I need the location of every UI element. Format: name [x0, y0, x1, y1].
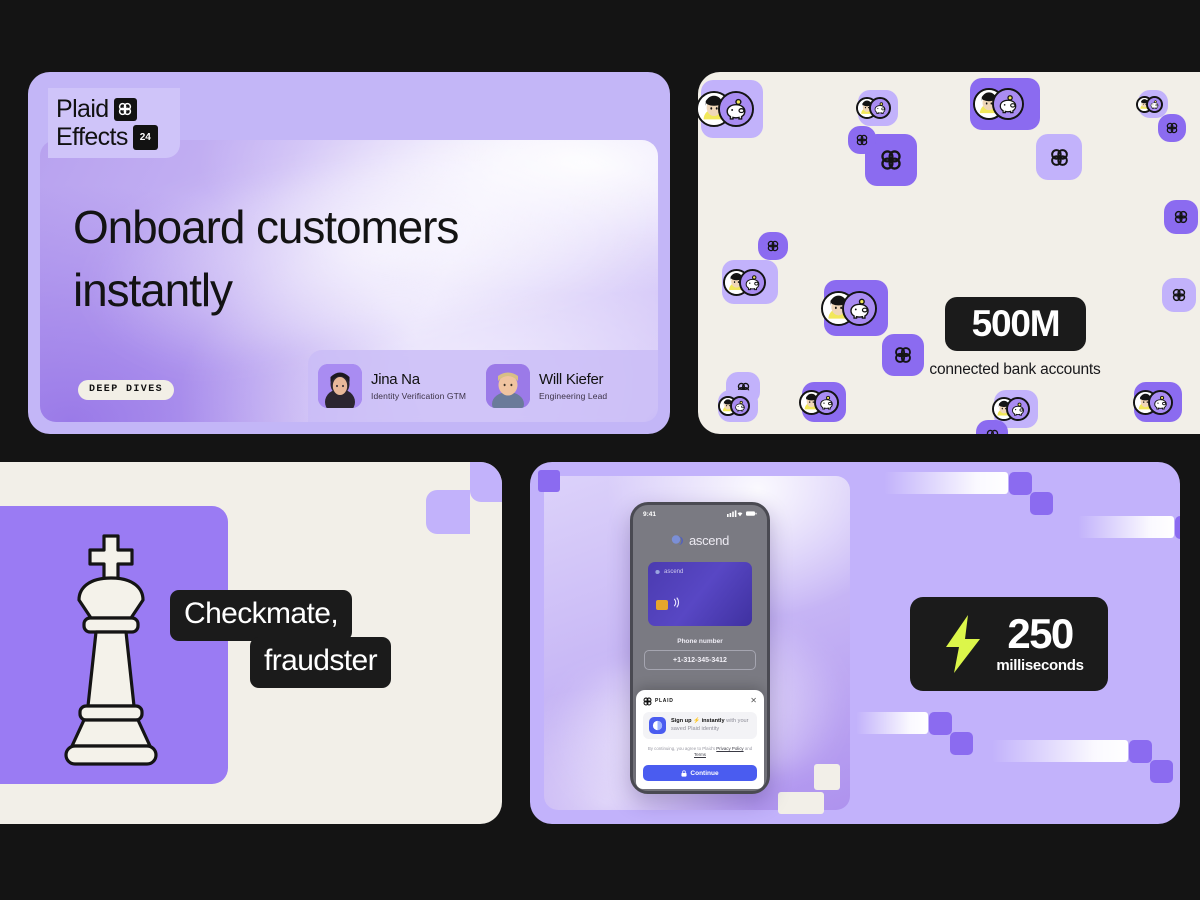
piggy-bank-icon: [869, 97, 892, 119]
avatar-tile: [698, 80, 763, 138]
continue-button[interactable]: Continue: [643, 765, 757, 781]
poster-canvas: Plaid Effects 24 Onboard customers insta…: [0, 0, 1200, 900]
quote-line-2: fraudster: [250, 637, 391, 688]
modal-legal-text: By continuing, you agree to Plaid's Priv…: [643, 746, 757, 759]
piggy-bank-icon: [1146, 95, 1164, 113]
plaid-link-modal: PLAID ✕ Sign up ⚡ instantly with your sa…: [636, 689, 764, 789]
continue-button-label: Continue: [690, 769, 719, 777]
stat-value-pill: 500M: [945, 297, 1086, 351]
year-badge: 24: [132, 124, 158, 150]
plaid-knot-icon: [643, 697, 652, 706]
phone-number-input[interactable]: +1-312-345-3412: [644, 650, 756, 670]
close-icon[interactable]: ✕: [750, 697, 757, 705]
app-brand-name: ascend: [688, 533, 730, 548]
fraud-panel: Checkmate, fraudster: [0, 462, 502, 824]
avatar-tile: [856, 90, 898, 126]
avatar-tile: [722, 260, 778, 304]
speed-stat-card: 250 milliseconds: [910, 597, 1108, 691]
avatar-tile: [1136, 90, 1168, 118]
speed-unit: milliseconds: [996, 657, 1084, 675]
legal-mid: and: [743, 745, 753, 751]
piggy-bank-icon: [730, 396, 750, 416]
logo-line-1: Plaid: [56, 95, 109, 123]
speaker-role: Engineering Lead: [539, 391, 608, 401]
plaid-logo: PLAID: [643, 697, 674, 706]
knot-tile: [758, 232, 788, 260]
speed-value: 250: [1007, 609, 1074, 657]
avatar-tile: [718, 390, 758, 422]
contactless-icon: [673, 597, 682, 611]
deep-dives-tag: DEEP DIVES: [78, 380, 175, 400]
square-decoration-bottom-1: [814, 764, 840, 790]
quote-block: Checkmate, fraudster: [170, 590, 391, 688]
identity-icon: [649, 716, 666, 734]
speed-trail: [884, 472, 1053, 515]
chess-king-icon: [64, 534, 158, 766]
piggy-bank-icon: [739, 268, 767, 296]
knot-tile: [1164, 200, 1198, 234]
speed-panel: 9:41 ascend ascend Phone number +1-312-3…: [530, 462, 1180, 824]
lock-icon: [681, 769, 687, 777]
speaker-card: Jina Na Identity Verification GTM: [318, 364, 480, 408]
avatar: [486, 364, 530, 408]
knot-tile: [882, 334, 924, 376]
modal-headline-bold: Sign up ⚡ instantly: [671, 718, 725, 725]
speaker-name: Jina Na: [371, 371, 420, 388]
avatar-tile: [821, 280, 888, 336]
avatar: [318, 364, 362, 408]
phone-mockup: 9:41 ascend ascend Phone number +1-312-3…: [630, 502, 770, 794]
piggy-bank-icon: [992, 88, 1025, 120]
legal-prefix: By continuing, you agree to Plaid's: [647, 745, 717, 751]
privacy-policy-link[interactable]: Privacy Policy: [716, 746, 743, 751]
speaker-name: Will Kiefer: [539, 371, 604, 388]
modal-headline: Sign up ⚡ instantly with your saved Plai…: [671, 717, 751, 733]
square-decoration-top-left: [538, 470, 560, 492]
knot-tile: [1162, 278, 1196, 312]
card-brand-name: ascend: [664, 569, 684, 575]
speakers-bar: Jina Na Identity Verification GTM Will K…: [308, 350, 658, 422]
quote-line-1: Checkmate,: [170, 590, 353, 641]
card-chip-icon: [656, 600, 668, 610]
square-decoration-bottom-2: [778, 792, 824, 814]
stat-caption: connected bank accounts: [929, 361, 1101, 378]
speaker-card: Will Kiefer Engineering Lead: [486, 364, 648, 408]
corner-decoration-a: [470, 462, 502, 502]
piggy-bank-icon: [1006, 397, 1031, 421]
knot-tile: [976, 420, 1008, 434]
knot-tile: [1036, 134, 1082, 180]
piggy-bank-icon: [842, 290, 877, 326]
stat-value: 500M: [971, 303, 1061, 344]
knot-tile: [848, 126, 876, 154]
plaid-effects-logo: Plaid Effects 24: [48, 88, 180, 158]
app-brand: ascend: [633, 533, 767, 548]
speed-trail: [992, 740, 1173, 783]
phone-status-bar: 9:41: [633, 505, 767, 521]
plaid-knot-icon: [113, 97, 137, 121]
status-icons: [727, 510, 757, 519]
payment-card: ascend: [648, 562, 752, 626]
piggy-bank-icon: [717, 91, 754, 127]
logo-line-2: Effects: [56, 123, 128, 151]
corner-decoration-b: [426, 490, 470, 534]
avatar-tile: [970, 78, 1040, 130]
speaker-role: Identity Verification GTM: [371, 391, 467, 401]
hero-headline: Onboard customers instantly: [73, 201, 459, 317]
plaid-logo-text: PLAID: [655, 698, 674, 705]
hero-panel: Plaid Effects 24 Onboard customers insta…: [28, 72, 670, 434]
phone-field-label: Phone number: [677, 638, 723, 645]
ascend-logo-icon: [671, 535, 683, 545]
status-time: 9:41: [643, 511, 657, 518]
connected-accounts-panel: 500M connected bank accounts: [698, 72, 1200, 434]
piggy-bank-icon: [814, 389, 839, 415]
avatar-tile: [799, 382, 846, 422]
lightning-bolt-icon: [946, 615, 981, 673]
knot-tile: [1158, 114, 1186, 142]
speed-trail: [856, 712, 973, 755]
avatar-tile: [1133, 382, 1182, 422]
piggy-bank-icon: [1148, 389, 1173, 415]
speed-trail: [1078, 516, 1180, 539]
terms-link[interactable]: Terms: [694, 752, 706, 757]
